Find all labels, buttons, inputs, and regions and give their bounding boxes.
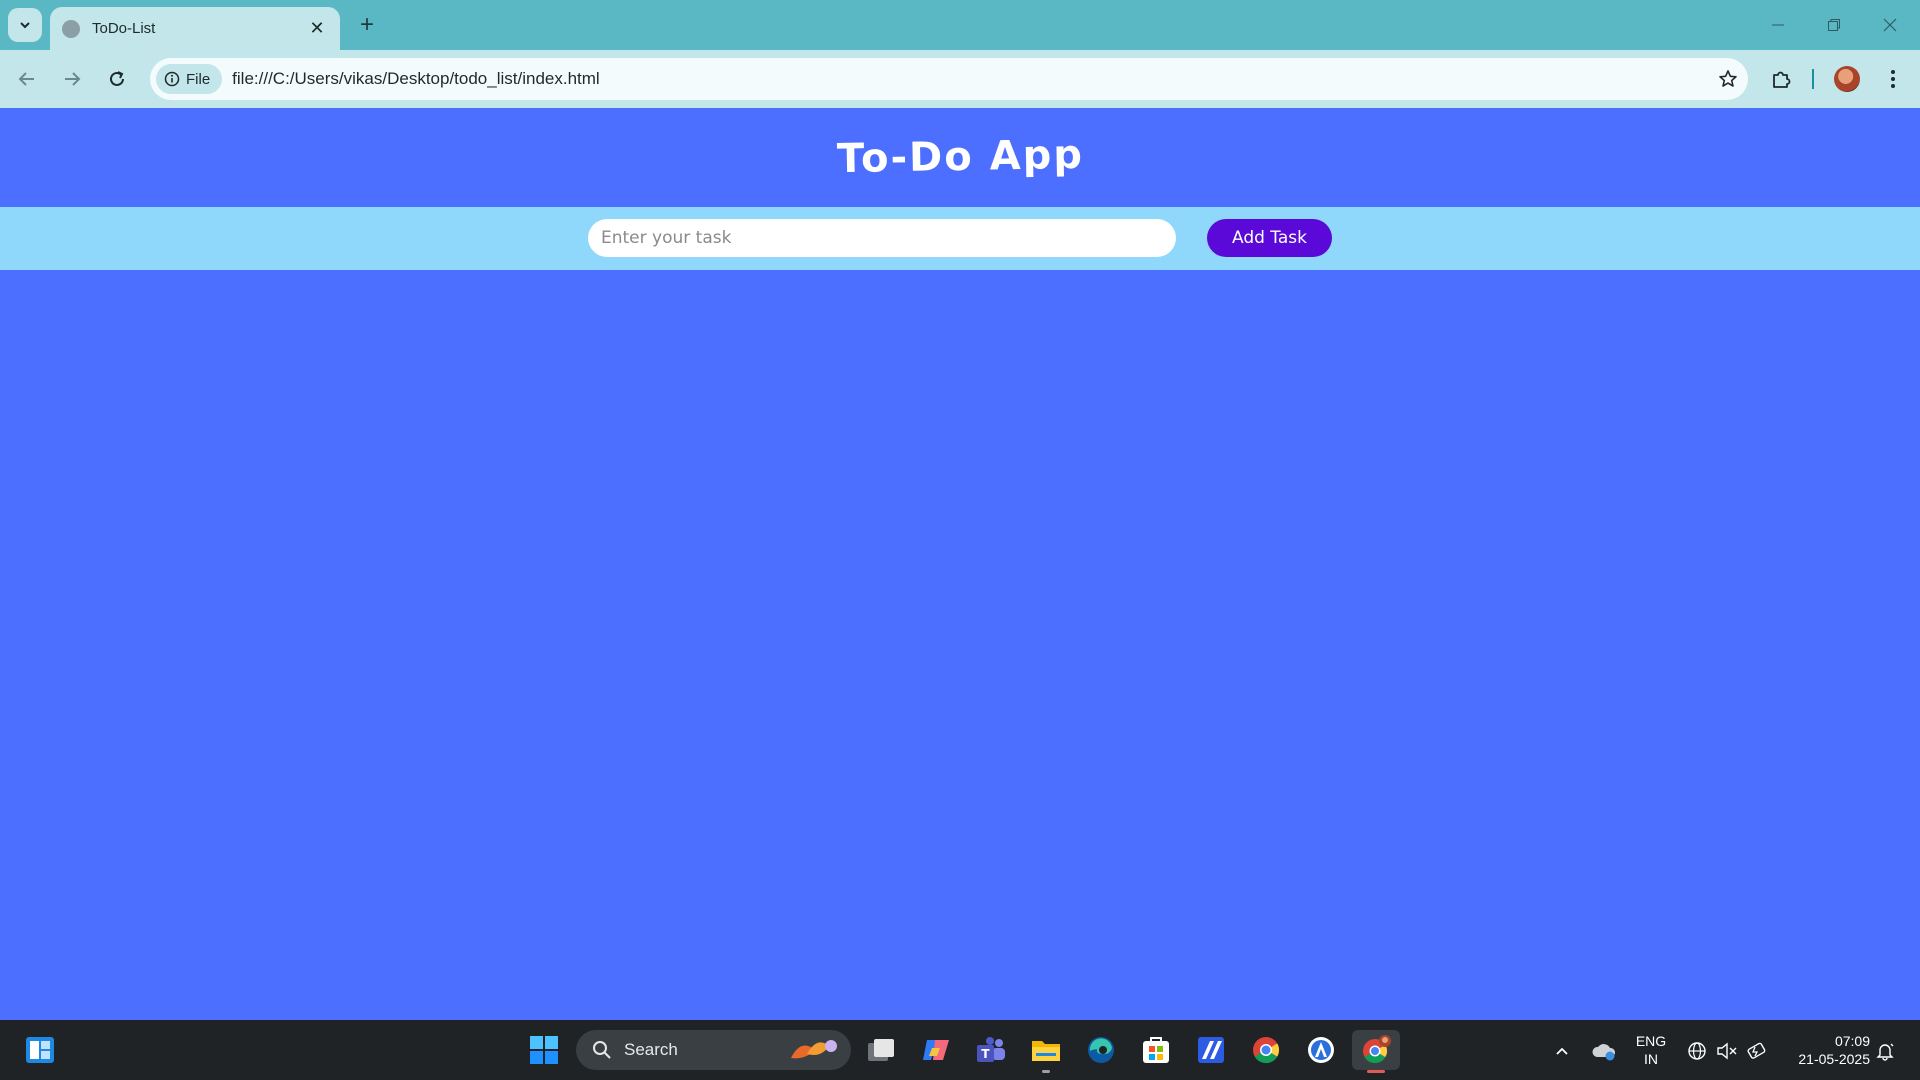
extensions-button[interactable] — [1764, 62, 1798, 96]
active-indicator — [1367, 1070, 1385, 1073]
task-list — [588, 288, 1332, 988]
store-icon — [1143, 1037, 1169, 1063]
notifications-button[interactable] — [1874, 1040, 1896, 1062]
task-view-icon — [868, 1039, 894, 1061]
puzzle-icon — [1773, 71, 1791, 88]
app-icon — [1198, 1037, 1224, 1063]
site-info-chip[interactable]: File — [156, 64, 223, 94]
teams-button[interactable]: T — [971, 1030, 1011, 1070]
browser-tab[interactable]: ToDo-List ✕ — [50, 7, 340, 50]
star-icon — [1719, 70, 1737, 87]
page-title: To-Do App — [836, 131, 1084, 183]
copilot-icon — [923, 1040, 949, 1060]
cloud-icon — [1592, 1044, 1616, 1061]
restore-button[interactable] — [1814, 8, 1854, 42]
reload-icon — [110, 71, 124, 86]
close-window-button[interactable] — [1870, 8, 1910, 42]
windows-start-icon — [530, 1036, 558, 1064]
info-icon — [164, 71, 180, 87]
browser-toolbar: File file:///C:/Users/vikas/Desktop/todo… — [0, 50, 1920, 108]
bookmark-button[interactable] — [1708, 69, 1748, 89]
close-icon — [1883, 18, 1897, 32]
language-indicator[interactable]: ENG IN — [1628, 1032, 1674, 1068]
toolbar-separator — [1812, 69, 1814, 89]
scheme-label: File — [186, 70, 211, 88]
arrow-left-icon — [18, 72, 34, 86]
reload-button[interactable] — [100, 62, 134, 96]
edge-button[interactable] — [1081, 1030, 1121, 1070]
svg-text:T: T — [981, 1047, 990, 1061]
battery-button[interactable] — [1746, 1040, 1768, 1062]
widgets-icon — [26, 1037, 54, 1063]
new-tab-button[interactable]: + — [352, 10, 382, 40]
chrome-profile-icon — [1363, 1035, 1391, 1064]
app-button[interactable] — [1301, 1030, 1341, 1070]
app-header: To-Do App — [0, 108, 1920, 206]
close-tab-icon[interactable]: ✕ — [306, 18, 328, 39]
task-input-bar: Add Task — [0, 207, 1920, 270]
tab-title: ToDo-List — [92, 20, 156, 37]
arrow-right-icon — [65, 72, 81, 86]
copilot-button[interactable] — [916, 1030, 956, 1070]
onedrive-button[interactable] — [1590, 1040, 1618, 1062]
minimize-button[interactable] — [1758, 8, 1798, 42]
globe-icon — [62, 19, 80, 38]
battery-icon — [1747, 1042, 1766, 1059]
restore-icon — [1828, 19, 1840, 31]
volume-muted-icon — [1717, 1042, 1737, 1060]
task-input[interactable] — [588, 219, 1176, 257]
app-button[interactable] — [1191, 1030, 1231, 1070]
search-highlight-icon — [791, 1040, 837, 1059]
address-bar[interactable]: File file:///C:/Users/vikas/Desktop/todo… — [150, 58, 1748, 100]
teams-icon: T — [977, 1037, 1005, 1062]
app-icon — [1308, 1037, 1334, 1063]
edge-icon — [1088, 1037, 1114, 1063]
more-vertical-icon — [1891, 70, 1895, 88]
store-button[interactable] — [1136, 1030, 1176, 1070]
folder-icon — [1032, 1041, 1060, 1061]
globe-icon — [1688, 1042, 1706, 1060]
task-view-button[interactable] — [861, 1030, 901, 1070]
file-explorer-button[interactable] — [1026, 1030, 1066, 1073]
search-icon — [593, 1041, 611, 1059]
language-code: ENG — [1635, 1033, 1667, 1049]
clock-date: 21-05-2025 — [1798, 1051, 1870, 1067]
bell-icon — [1876, 1043, 1894, 1061]
minimize-icon — [1772, 24, 1784, 26]
tab-strip: ToDo-List ✕ + — [0, 0, 1920, 50]
todo-app-page: To-Do App Add Task — [0, 108, 1920, 1020]
chrome-button[interactable] — [1246, 1030, 1286, 1070]
network-button[interactable] — [1686, 1040, 1708, 1062]
running-indicator — [1042, 1070, 1050, 1073]
taskbar: Search T ENG IN 07:09 21-05-2025 — [0, 1020, 1920, 1080]
widgets-button[interactable] — [20, 1030, 60, 1070]
clock-time: 07:09 — [1834, 1033, 1870, 1049]
start-button[interactable] — [524, 1030, 564, 1070]
chevron-down-icon — [20, 22, 30, 29]
region-code: IN — [1644, 1051, 1658, 1067]
taskbar-search[interactable]: Search — [576, 1030, 851, 1070]
add-task-button[interactable]: Add Task — [1207, 219, 1332, 257]
avatar — [1834, 66, 1860, 92]
chrome-profile-button[interactable] — [1352, 1030, 1400, 1073]
clock[interactable]: 07:09 21-05-2025 — [1780, 1032, 1870, 1068]
forward-button[interactable] — [55, 62, 89, 96]
show-hidden-icons-button[interactable] — [1551, 1040, 1573, 1062]
menu-button[interactable] — [1876, 62, 1910, 96]
profile-button[interactable] — [1830, 62, 1864, 96]
url-text[interactable]: file:///C:/Users/vikas/Desktop/todo_list… — [232, 69, 1708, 89]
tab-search-button[interactable] — [8, 8, 42, 42]
chrome-icon — [1253, 1037, 1280, 1064]
volume-button[interactable] — [1716, 1040, 1738, 1062]
search-label: Search — [624, 1040, 678, 1059]
back-button[interactable] — [10, 62, 44, 96]
chevron-up-icon — [1556, 1047, 1568, 1055]
